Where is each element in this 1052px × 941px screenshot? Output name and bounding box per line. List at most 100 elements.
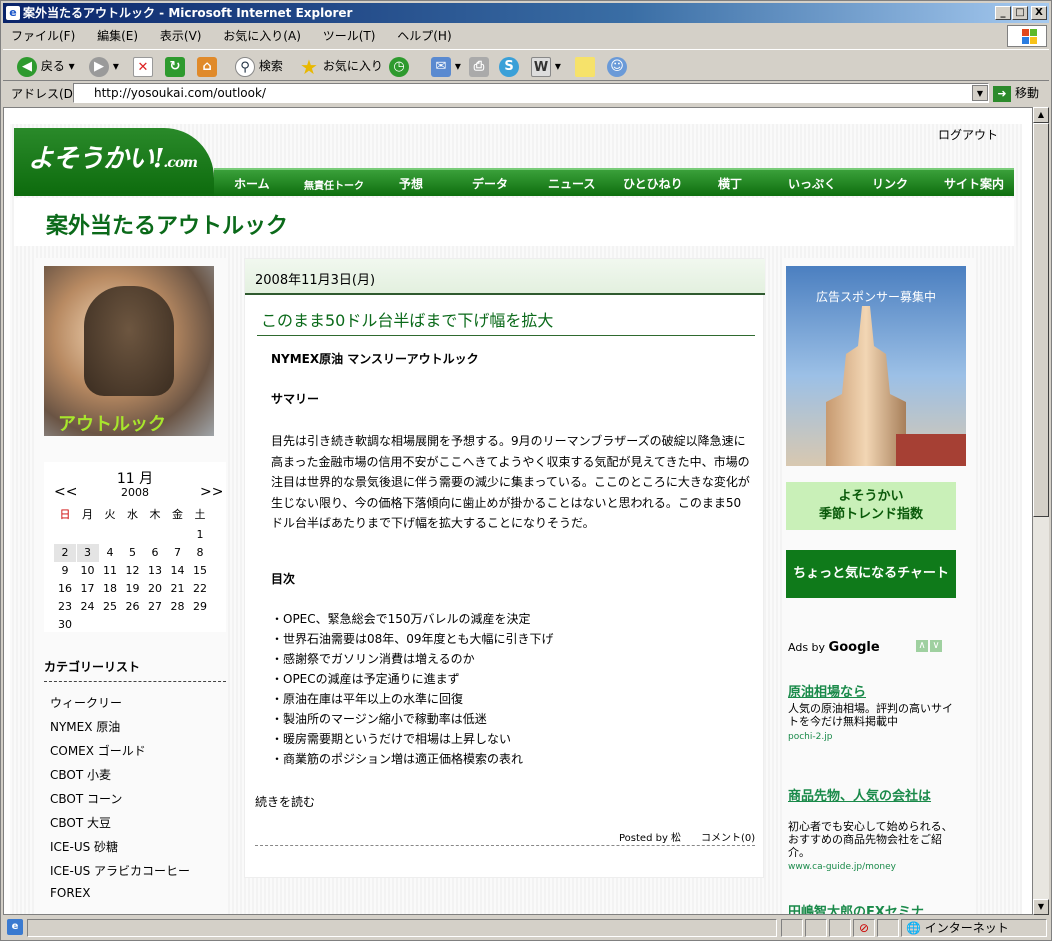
calendar-day[interactable]: 11 bbox=[99, 562, 121, 580]
seasonal-trend-button[interactable]: よそうかい 季節トレンド指数 bbox=[786, 482, 956, 530]
calendar-day[interactable]: 25 bbox=[99, 598, 121, 616]
history-button[interactable]: ◷ bbox=[389, 55, 409, 77]
calendar-day[interactable]: 5 bbox=[122, 544, 144, 562]
nav-talk[interactable]: 無責任トーク bbox=[304, 177, 364, 192]
popup-blocked-icon[interactable]: ⊘ bbox=[853, 919, 875, 937]
home-button[interactable]: ⌂ bbox=[197, 55, 217, 77]
scroll-down-icon[interactable]: ▼ bbox=[1033, 899, 1049, 915]
calendar-day[interactable]: 30 bbox=[54, 616, 76, 634]
menu-file[interactable]: ファイル(F) bbox=[11, 29, 75, 43]
print-button[interactable]: ⎙ bbox=[469, 55, 489, 77]
calendar-day[interactable]: 17 bbox=[77, 580, 99, 598]
mail-button[interactable]: ✉ ▾ bbox=[431, 55, 461, 77]
forward-button[interactable]: ▶ ▾ bbox=[89, 55, 119, 77]
refresh-button[interactable]: ↻ bbox=[165, 55, 185, 77]
read-more-link[interactable]: 続きを読む bbox=[255, 793, 315, 810]
nav-home[interactable]: ホーム bbox=[234, 175, 270, 192]
comments-link[interactable]: コメント(0) bbox=[701, 829, 755, 844]
nav-yokocho[interactable]: 横丁 bbox=[718, 175, 742, 192]
featured-chart-button[interactable]: ちょっと気になるチャート bbox=[786, 550, 956, 598]
site-logo[interactable]: よそうかい!.com bbox=[28, 138, 198, 175]
calendar-day[interactable]: 1 bbox=[189, 526, 211, 544]
nav-links[interactable]: リンク bbox=[872, 175, 908, 192]
calendar-day[interactable]: 2 bbox=[54, 544, 76, 562]
close-button[interactable]: X bbox=[1031, 6, 1047, 20]
calendar-day[interactable]: 14 bbox=[167, 562, 189, 580]
calendar-day[interactable]: 15 bbox=[189, 562, 211, 580]
nav-news[interactable]: ニュース bbox=[548, 175, 595, 192]
calendar-day[interactable]: 19 bbox=[122, 580, 144, 598]
scroll-up-icon[interactable]: ▲ bbox=[1033, 107, 1049, 123]
calendar-day[interactable]: 3 bbox=[76, 544, 99, 562]
address-dropdown-icon[interactable]: ▼ bbox=[972, 85, 988, 101]
calendar-day[interactable]: 18 bbox=[99, 580, 121, 598]
calendar-day[interactable]: 12 bbox=[122, 562, 144, 580]
vertical-scrollbar[interactable]: ▲ ▼ bbox=[1033, 107, 1049, 915]
menu-view[interactable]: 表示(V) bbox=[160, 29, 202, 43]
nav-forecast[interactable]: 予想 bbox=[399, 175, 423, 192]
ads-by-google[interactable]: Ads by Google bbox=[788, 640, 880, 655]
calendar-day[interactable]: 26 bbox=[122, 598, 144, 616]
calendar-day[interactable]: 7 bbox=[167, 544, 189, 562]
ad-next-icon[interactable]: ∨ bbox=[930, 640, 942, 652]
calendar-day[interactable]: 28 bbox=[167, 598, 189, 616]
calendar-day[interactable]: 27 bbox=[144, 598, 166, 616]
category-item[interactable]: ICE-US アラビカコーヒー bbox=[50, 862, 190, 879]
nav-site-guide[interactable]: サイト案内 bbox=[944, 175, 1004, 192]
stop-button[interactable]: ✕ bbox=[133, 55, 153, 77]
menu-tools[interactable]: ツール(T) bbox=[323, 29, 376, 43]
page-heading: 案外当たるアウトルック bbox=[14, 198, 1014, 246]
ad-url[interactable]: pochi-2.jp bbox=[788, 732, 832, 742]
category-item[interactable]: CBOT コーン bbox=[50, 790, 122, 807]
calendar-next-button[interactable]: >> bbox=[200, 484, 223, 500]
calendar-day[interactable]: 29 bbox=[189, 598, 211, 616]
calendar-day[interactable]: 4 bbox=[99, 544, 121, 562]
calendar-day[interactable]: 9 bbox=[54, 562, 76, 580]
calendar-day[interactable]: 16 bbox=[54, 580, 76, 598]
menu-help[interactable]: ヘルプ(H) bbox=[397, 29, 451, 43]
menu-favorites[interactable]: お気に入り(A) bbox=[223, 29, 301, 43]
category-item[interactable]: ICE-US 砂糖 bbox=[50, 838, 118, 855]
ad-prev-icon[interactable]: ∧ bbox=[916, 640, 928, 652]
ad-title[interactable]: 原油相場なら bbox=[788, 686, 958, 700]
category-item[interactable]: NYMEX 原油 bbox=[50, 718, 120, 735]
edit-button[interactable]: W ▾ bbox=[531, 55, 561, 77]
calendar-day[interactable]: 22 bbox=[189, 580, 211, 598]
nav-data[interactable]: データ bbox=[472, 175, 508, 192]
category-item[interactable]: COMEX ゴールド bbox=[50, 742, 146, 759]
nav-break[interactable]: いっぷく bbox=[788, 175, 836, 192]
scroll-thumb[interactable] bbox=[1033, 123, 1049, 517]
calendar-day[interactable]: 8 bbox=[189, 544, 211, 562]
calendar-day[interactable]: 24 bbox=[77, 598, 99, 616]
notes-button[interactable] bbox=[575, 55, 595, 77]
calendar-day[interactable]: 10 bbox=[77, 562, 99, 580]
nav-twist[interactable]: ひとひねり bbox=[623, 175, 683, 192]
calendar-day[interactable]: 23 bbox=[54, 598, 76, 616]
address-input[interactable]: http://yosoukai.com/outlook/ ▼ bbox=[73, 83, 989, 103]
category-item[interactable]: CBOT 大豆 bbox=[50, 814, 111, 831]
calendar-day[interactable]: 20 bbox=[144, 580, 166, 598]
category-item[interactable]: ウィークリー bbox=[50, 694, 122, 711]
ad-title[interactable]: 商品先物、人気の会社は bbox=[788, 790, 958, 804]
search-button[interactable]: ⚲ 検索 bbox=[235, 55, 283, 77]
menu-edit[interactable]: 編集(E) bbox=[97, 29, 138, 43]
ad-url[interactable]: www.ca-guide.jp/money bbox=[788, 862, 896, 872]
sponsor-banner[interactable]: 広告スポンサー募集中 bbox=[786, 266, 966, 466]
back-button[interactable]: ◀ 戻る ▾ bbox=[17, 55, 75, 77]
post-title[interactable]: このまま50ドル台半ばまで下げ幅を拡大 bbox=[257, 307, 755, 336]
calendar-day[interactable]: 21 bbox=[167, 580, 189, 598]
favorites-button[interactable]: ★ お気に入り bbox=[299, 55, 383, 77]
calendar-weekday: 月 bbox=[82, 508, 93, 521]
category-item[interactable]: FOREX bbox=[50, 886, 91, 900]
post-divider bbox=[255, 845, 755, 846]
category-item[interactable]: CBOT 小麦 bbox=[50, 766, 111, 783]
go-button[interactable]: ➜ 移動 bbox=[993, 84, 1039, 102]
minimize-button[interactable]: _ bbox=[995, 6, 1011, 20]
calendar-day[interactable]: 13 bbox=[144, 562, 166, 580]
calendar-prev-button[interactable]: << bbox=[54, 484, 77, 500]
ad-title[interactable]: 田嶋智太郎のFXセミナ bbox=[788, 906, 958, 915]
calendar-day[interactable]: 6 bbox=[144, 544, 166, 562]
people-button[interactable]: ☺ bbox=[607, 55, 627, 77]
maximize-button[interactable]: □ bbox=[1012, 6, 1028, 20]
messenger-button[interactable]: S bbox=[499, 55, 519, 77]
